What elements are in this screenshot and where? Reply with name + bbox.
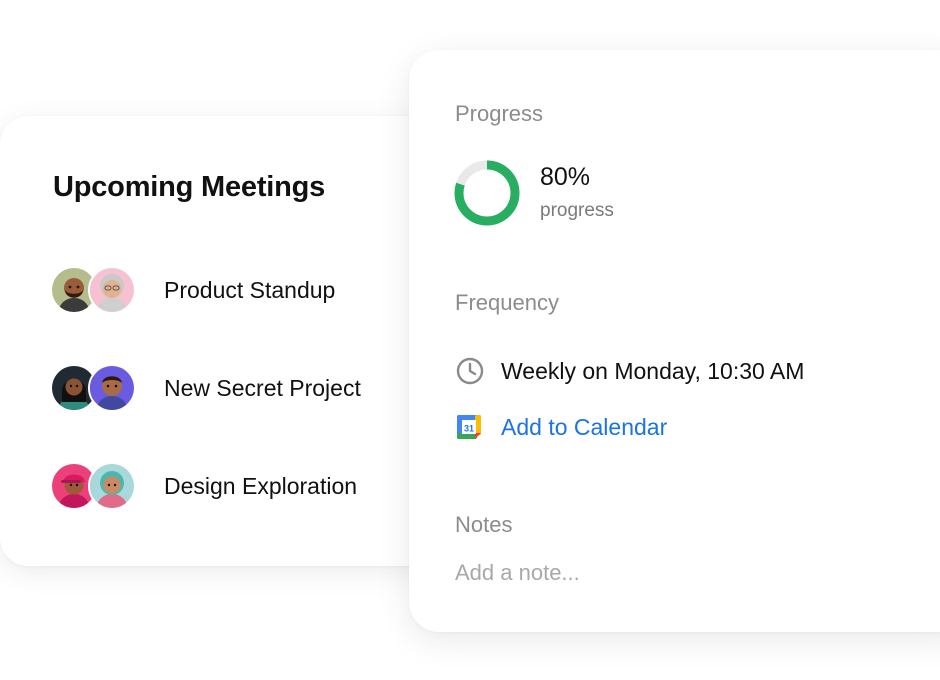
note-input[interactable] xyxy=(455,557,895,589)
meeting-label: Design Exploration xyxy=(164,472,358,499)
svg-text:31: 31 xyxy=(464,423,474,433)
progress-ring xyxy=(454,160,520,226)
avatar-group xyxy=(50,364,138,412)
frequency-label: Frequency xyxy=(455,290,559,315)
progress-label: Progress xyxy=(455,101,544,126)
progress-caption: progress xyxy=(540,200,614,221)
meeting-item-new-secret-project[interactable]: New Secret Project xyxy=(50,364,361,412)
meeting-label: Product Standup xyxy=(164,276,336,303)
meetings-title: Upcoming Meetings xyxy=(53,171,326,203)
clock-icon xyxy=(456,357,484,385)
add-to-calendar-link[interactable]: 31 Add to Calendar xyxy=(455,413,667,441)
add-to-calendar-label: Add to Calendar xyxy=(501,413,668,440)
avatar xyxy=(88,266,136,314)
meeting-item-product-standup[interactable]: Product Standup xyxy=(50,266,336,314)
upcoming-meetings-card: Upcoming Meetings Product Standup New Se… xyxy=(0,116,470,566)
avatar-group xyxy=(50,266,138,314)
meeting-details-card: Progress 80% progress Frequency Weekly o… xyxy=(409,50,940,632)
progress-value: 80% xyxy=(540,163,591,191)
schedule-text: Weekly on Monday, 10:30 AM xyxy=(501,357,805,384)
schedule-row: Weekly on Monday, 10:30 AM xyxy=(455,356,804,386)
avatar xyxy=(88,462,136,510)
meeting-label: New Secret Project xyxy=(164,374,361,401)
avatar-group xyxy=(50,462,138,510)
notes-label: Notes xyxy=(455,512,513,537)
avatar xyxy=(88,364,136,412)
meeting-item-design-exploration[interactable]: Design Exploration xyxy=(50,462,358,510)
google-calendar-icon: 31 xyxy=(457,415,481,439)
